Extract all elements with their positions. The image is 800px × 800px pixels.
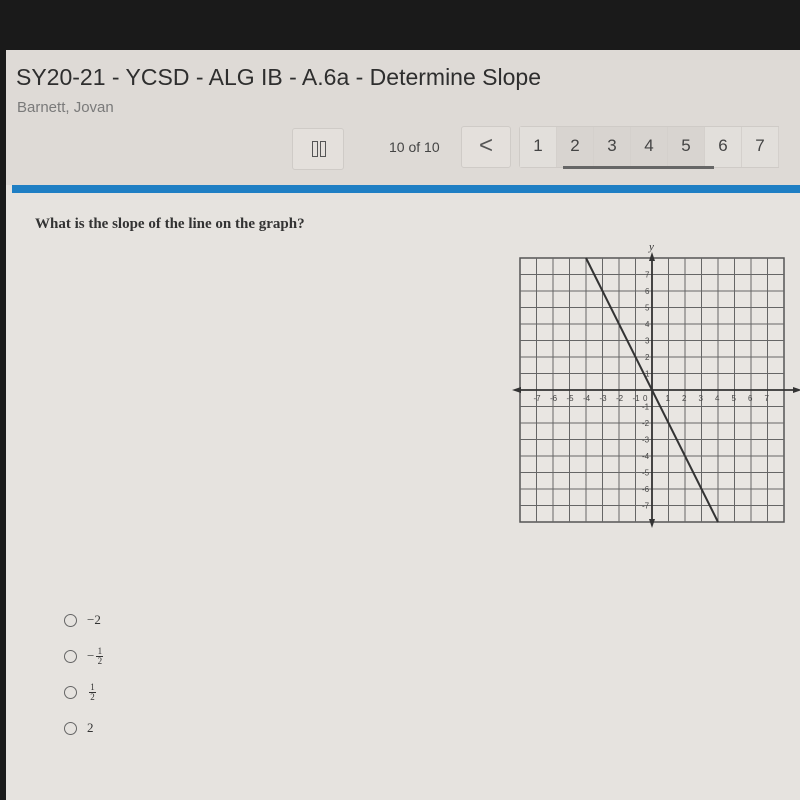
page-button[interactable]: 6 xyxy=(705,127,742,167)
y-tick-label: -4 xyxy=(642,452,650,461)
sign: − xyxy=(87,648,95,663)
x-axis-arrow xyxy=(512,387,521,393)
x-tick-label: -6 xyxy=(550,394,558,403)
page-button[interactable]: 7 xyxy=(742,127,779,167)
radio-button[interactable] xyxy=(64,613,77,627)
header: SY20-21 - YCSD - ALG IB - A.6a - Determi… xyxy=(6,50,800,185)
y-tick-label: -7 xyxy=(642,502,650,511)
pause-icon xyxy=(320,141,326,157)
assignment-title: SY20-21 - YCSD - ALG IB - A.6a - Determi… xyxy=(16,64,541,90)
choice-label: −1 2 xyxy=(87,645,104,666)
x-tick-label: -5 xyxy=(567,394,575,403)
x-axis-arrow xyxy=(793,387,800,393)
y-tick-label: -1 xyxy=(642,403,650,412)
y-tick-label: -3 xyxy=(642,436,650,445)
chevron-left-icon: < xyxy=(478,132,493,159)
y-tick-label: 4 xyxy=(645,320,650,329)
answered-indicator xyxy=(563,166,714,169)
value: 2 xyxy=(94,612,101,627)
progress-bar xyxy=(12,185,800,193)
choice-label: −2 xyxy=(87,612,101,628)
radio-button[interactable] xyxy=(64,721,77,735)
y-tick-label: 5 xyxy=(645,304,650,313)
y-tick-label: 6 xyxy=(645,287,650,296)
page-button[interactable]: 5 xyxy=(668,127,705,167)
choice-label: 12 xyxy=(87,681,96,702)
student-name: Barnett, Jovan xyxy=(17,99,114,116)
question-pager: 1 2 3 4 5 6 7 xyxy=(519,126,779,168)
pause-icon xyxy=(312,141,318,157)
y-axis-arrow xyxy=(649,519,655,528)
page-button[interactable]: 3 xyxy=(594,127,631,167)
choice-label: 2 xyxy=(87,720,94,736)
denominator: 2 xyxy=(90,691,95,702)
radio-button[interactable] xyxy=(64,649,77,663)
screen: SY20-21 - YCSD - ALG IB - A.6a - Determi… xyxy=(6,50,800,800)
answer-choice[interactable]: −1 2 xyxy=(64,638,104,674)
answer-choices: −2−1 2 1 2 2 xyxy=(64,602,104,746)
x-tick-label: 4 xyxy=(715,394,720,403)
question-counter: 10 of 10 xyxy=(389,139,440,155)
x-tick-label: -3 xyxy=(600,394,608,403)
page-button[interactable]: 2 xyxy=(557,127,594,167)
x-tick-label: -1 xyxy=(633,394,641,403)
x-tick-label: 2 xyxy=(682,394,687,403)
x-tick-label: 1 xyxy=(666,394,671,403)
x-tick-label: 3 xyxy=(699,394,704,403)
x-tick-label: -7 xyxy=(534,394,542,403)
y-tick-label: 2 xyxy=(645,353,650,362)
numerator: 1 xyxy=(97,645,103,656)
fraction: 12 xyxy=(96,645,104,666)
fraction: 12 xyxy=(89,681,96,702)
y-tick-label: 3 xyxy=(645,337,650,346)
answer-choice[interactable]: 2 xyxy=(64,710,103,746)
y-axis-arrow xyxy=(649,252,655,261)
y-tick-label: -2 xyxy=(642,419,650,428)
y-tick-label: -6 xyxy=(642,485,650,494)
answer-choice[interactable]: 12 xyxy=(64,674,103,710)
value: 2 xyxy=(87,720,94,735)
x-tick-label: -2 xyxy=(616,394,624,403)
answer-choice[interactable]: −2 xyxy=(64,602,103,638)
x-tick-label: 5 xyxy=(732,394,737,403)
sign: − xyxy=(87,612,95,627)
x-tick-label: 6 xyxy=(748,394,753,403)
denominator: 2 xyxy=(97,655,103,666)
pause-button[interactable] xyxy=(292,128,344,170)
y-tick-label: -5 xyxy=(642,469,650,478)
x-tick-label: 7 xyxy=(765,394,770,403)
page-button[interactable]: 1 xyxy=(520,127,557,167)
page-button[interactable]: 4 xyxy=(631,127,668,167)
radio-button[interactable] xyxy=(64,685,77,699)
question-text: What is the slope of the line on the gra… xyxy=(35,216,305,232)
x-tick-label: -4 xyxy=(583,394,591,403)
numerator: 1 xyxy=(90,681,95,692)
y-axis-label: y xyxy=(648,241,654,253)
coordinate-graph: xy-7-6-5-4-3-2-101234567-7-6-5-4-3-2-112… xyxy=(512,241,800,528)
y-tick-label: 7 xyxy=(645,271,650,280)
previous-button[interactable]: < xyxy=(461,126,511,168)
